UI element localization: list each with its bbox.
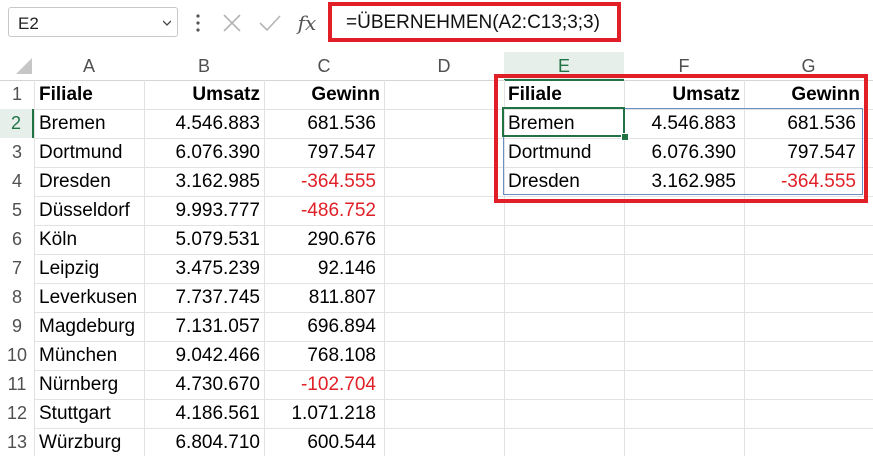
cell-c4[interactable]: -364.555 — [264, 167, 376, 196]
cell-a2[interactable]: Bremen — [39, 109, 141, 138]
formula-text: =ÜBERNEHMEN(A2:C13;3;3) — [346, 12, 600, 33]
cell-c12[interactable]: 1.071.218 — [264, 399, 376, 428]
cell-a9[interactable]: Magdeburg — [39, 312, 141, 341]
cell-b5[interactable]: 9.993.777 — [144, 196, 260, 225]
cell-c8[interactable]: 811.807 — [264, 283, 376, 312]
row-header-6[interactable]: 6 — [0, 225, 34, 254]
column-header-b[interactable]: B — [144, 52, 264, 80]
cancel-button[interactable] — [214, 8, 250, 38]
column-header-a[interactable]: A — [34, 52, 144, 80]
chevron-down-icon[interactable] — [163, 19, 171, 27]
cell-a12[interactable]: Stuttgart — [39, 399, 141, 428]
formula-bar: E2 fx =ÜBERNEHMEN(A2:C13;3;3) — [0, 0, 873, 50]
cell-a4[interactable]: Dresden — [39, 167, 141, 196]
cell-a7[interactable]: Leipzig — [39, 254, 141, 283]
cell-c2[interactable]: 681.536 — [264, 109, 376, 138]
cell-c11[interactable]: -102.704 — [264, 370, 376, 399]
check-icon — [259, 15, 281, 32]
cell-a3[interactable]: Dortmund — [39, 138, 141, 167]
cell-b1[interactable]: Umsatz — [144, 80, 260, 109]
fx-icon: fx — [297, 11, 317, 35]
cell-b11[interactable]: 4.730.670 — [144, 370, 260, 399]
cell-b12[interactable]: 4.186.561 — [144, 399, 260, 428]
cell-c5[interactable]: -486.752 — [264, 196, 376, 225]
column-header-d[interactable]: D — [384, 52, 504, 80]
row-header-5[interactable]: 5 — [0, 196, 34, 225]
cell-c13[interactable]: 600.544 — [264, 428, 376, 457]
cell-c7[interactable]: 92.146 — [264, 254, 376, 283]
cell-b7[interactable]: 3.475.239 — [144, 254, 260, 283]
row-header-11[interactable]: 11 — [0, 370, 34, 399]
insert-function-button[interactable]: fx — [290, 8, 324, 38]
column-header-c[interactable]: C — [264, 52, 384, 80]
cell-a8[interactable]: Leverkusen — [39, 283, 141, 312]
name-box-value: E2 — [18, 14, 39, 33]
cell-b3[interactable]: 6.076.390 — [144, 138, 260, 167]
close-icon — [223, 14, 241, 32]
cell-b8[interactable]: 7.737.745 — [144, 283, 260, 312]
cell-a13[interactable]: Würzburg — [39, 428, 141, 457]
row-header-4[interactable]: 4 — [0, 167, 34, 196]
more-options-icon[interactable] — [196, 13, 200, 33]
name-box[interactable]: E2 — [8, 7, 178, 37]
cell-b2[interactable]: 4.546.883 — [144, 109, 260, 138]
cell-c3[interactable]: 797.547 — [264, 138, 376, 167]
cell-b4[interactable]: 3.162.985 — [144, 167, 260, 196]
cell-c9[interactable]: 696.894 — [264, 312, 376, 341]
select-all-corner[interactable] — [16, 58, 32, 74]
row-header-3[interactable]: 3 — [0, 138, 34, 167]
row-header-7[interactable]: 7 — [0, 254, 34, 283]
row-header-12[interactable]: 12 — [0, 399, 34, 428]
cell-b10[interactable]: 9.042.466 — [144, 341, 260, 370]
enter-button[interactable] — [252, 8, 288, 38]
cell-a10[interactable]: München — [39, 341, 141, 370]
cell-a5[interactable]: Düsseldorf — [39, 196, 141, 225]
row-header-8[interactable]: 8 — [0, 283, 34, 312]
cell-c10[interactable]: 768.108 — [264, 341, 376, 370]
cell-a1[interactable]: Filiale — [39, 80, 141, 109]
cell-c6[interactable]: 290.676 — [264, 225, 376, 254]
cell-b13[interactable]: 6.804.710 — [144, 428, 260, 457]
row-header-1[interactable]: 1 — [0, 80, 34, 109]
row-header-9[interactable]: 9 — [0, 312, 34, 341]
highlight-box — [494, 74, 868, 203]
row-header-2[interactable]: 2 — [0, 109, 34, 138]
cell-a11[interactable]: Nürnberg — [39, 370, 141, 399]
cell-b9[interactable]: 7.131.057 — [144, 312, 260, 341]
cell-b6[interactable]: 5.079.531 — [144, 225, 260, 254]
row-header-10[interactable]: 10 — [0, 341, 34, 370]
row-header-13[interactable]: 13 — [0, 428, 34, 457]
formula-input[interactable]: =ÜBERNEHMEN(A2:C13;3;3) — [328, 2, 621, 42]
cell-c1[interactable]: Gewinn — [264, 80, 380, 109]
cell-a6[interactable]: Köln — [39, 225, 141, 254]
